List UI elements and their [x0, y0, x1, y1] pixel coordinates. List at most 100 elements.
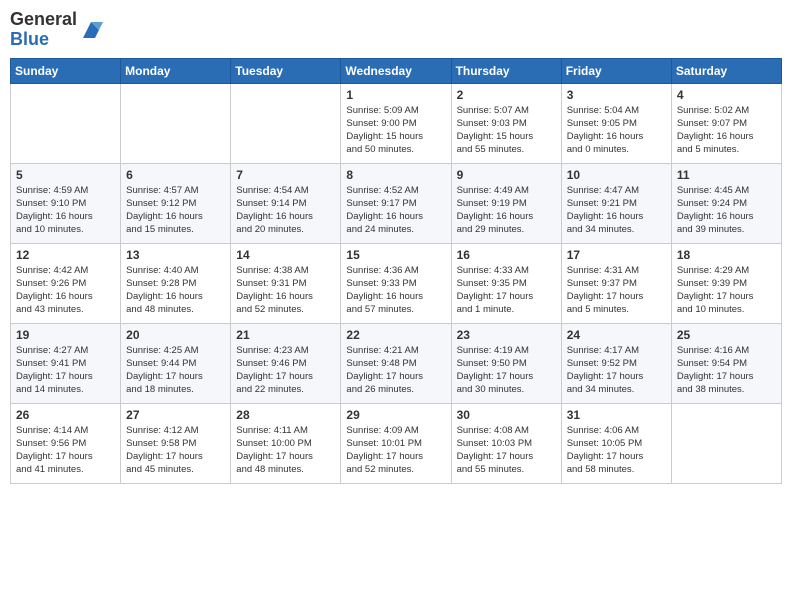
calendar-cell: 2 Sunrise: 5:07 AM Sunset: 9:03 PM Daylig…: [451, 83, 561, 163]
day-info: Sunrise: 4:49 AM Sunset: 9:19 PM Dayligh…: [457, 184, 556, 237]
day-number: 24: [567, 328, 666, 342]
day-number: 10: [567, 168, 666, 182]
week-row-4: 19 Sunrise: 4:27 AM Sunset: 9:41 PM Dayli…: [11, 323, 782, 403]
calendar-cell: 30Sunrise: 4:08 AM Sunset: 10:03 PM Dayl…: [451, 403, 561, 483]
day-info: Sunrise: 4:27 AM Sunset: 9:41 PM Dayligh…: [16, 344, 115, 397]
logo-icon: [79, 18, 103, 42]
day-number: 17: [567, 248, 666, 262]
day-info: Sunrise: 4:08 AM Sunset: 10:03 PM Daylig…: [457, 424, 556, 477]
week-row-1: 1Sunrise: 5:09 AM Sunset: 9:00 PM Daylig…: [11, 83, 782, 163]
week-row-5: 26 Sunrise: 4:14 AM Sunset: 9:56 PM Dayli…: [11, 403, 782, 483]
day-info: Sunrise: 4:11 AM Sunset: 10:00 PM Daylig…: [236, 424, 335, 477]
day-info: Sunrise: 4:42 AM Sunset: 9:26 PM Dayligh…: [16, 264, 115, 317]
day-number: 5: [16, 168, 115, 182]
calendar-cell: 12 Sunrise: 4:42 AM Sunset: 9:26 PM Dayli…: [11, 243, 121, 323]
calendar-cell: 17 Sunrise: 4:31 AM Sunset: 9:37 PM Dayli…: [561, 243, 671, 323]
day-number: 12: [16, 248, 115, 262]
day-header-friday: Friday: [561, 58, 671, 83]
logo-general: General: [10, 9, 77, 29]
calendar-cell: 24Sunrise: 4:17 AM Sunset: 9:52 PM Dayli…: [561, 323, 671, 403]
day-info: Sunrise: 4:14 AM Sunset: 9:56 PM Dayligh…: [16, 424, 115, 477]
calendar-cell: 3Sunrise: 5:04 AM Sunset: 9:05 PM Daylig…: [561, 83, 671, 163]
day-number: 6: [126, 168, 225, 182]
calendar-cell: 5 Sunrise: 4:59 AM Sunset: 9:10 PM Daylig…: [11, 163, 121, 243]
calendar-cell: [231, 83, 341, 163]
calendar-cell: 9 Sunrise: 4:49 AM Sunset: 9:19 PM Daylig…: [451, 163, 561, 243]
day-info: Sunrise: 4:59 AM Sunset: 9:10 PM Dayligh…: [16, 184, 115, 237]
day-info: Sunrise: 4:31 AM Sunset: 9:37 PM Dayligh…: [567, 264, 666, 317]
logo: General Blue: [10, 10, 103, 50]
day-info: Sunrise: 4:25 AM Sunset: 9:44 PM Dayligh…: [126, 344, 225, 397]
calendar-table: SundayMondayTuesdayWednesdayThursdayFrid…: [10, 58, 782, 484]
calendar-cell: 1Sunrise: 5:09 AM Sunset: 9:00 PM Daylig…: [341, 83, 451, 163]
day-number: 21: [236, 328, 335, 342]
day-header-monday: Monday: [121, 58, 231, 83]
day-info: Sunrise: 4:09 AM Sunset: 10:01 PM Daylig…: [346, 424, 445, 477]
calendar-cell: [121, 83, 231, 163]
day-number: 8: [346, 168, 445, 182]
day-number: 2: [457, 88, 556, 102]
calendar-cell: [11, 83, 121, 163]
page-header: General Blue: [10, 10, 782, 50]
calendar-cell: 23 Sunrise: 4:19 AM Sunset: 9:50 PM Dayli…: [451, 323, 561, 403]
day-number: 27: [126, 408, 225, 422]
calendar-cell: 11 Sunrise: 4:45 AM Sunset: 9:24 PM Dayli…: [671, 163, 781, 243]
day-info: Sunrise: 4:40 AM Sunset: 9:28 PM Dayligh…: [126, 264, 225, 317]
calendar-cell: 18Sunrise: 4:29 AM Sunset: 9:39 PM Dayli…: [671, 243, 781, 323]
day-number: 31: [567, 408, 666, 422]
week-row-2: 5 Sunrise: 4:59 AM Sunset: 9:10 PM Daylig…: [11, 163, 782, 243]
calendar-cell: 28Sunrise: 4:11 AM Sunset: 10:00 PM Dayl…: [231, 403, 341, 483]
day-number: 13: [126, 248, 225, 262]
calendar-cell: 25 Sunrise: 4:16 AM Sunset: 9:54 PM Dayli…: [671, 323, 781, 403]
day-info: Sunrise: 4:19 AM Sunset: 9:50 PM Dayligh…: [457, 344, 556, 397]
day-header-sunday: Sunday: [11, 58, 121, 83]
day-number: 22: [346, 328, 445, 342]
calendar-cell: 7 Sunrise: 4:54 AM Sunset: 9:14 PM Daylig…: [231, 163, 341, 243]
day-info: Sunrise: 4:16 AM Sunset: 9:54 PM Dayligh…: [677, 344, 776, 397]
day-number: 25: [677, 328, 776, 342]
day-info: Sunrise: 4:38 AM Sunset: 9:31 PM Dayligh…: [236, 264, 335, 317]
calendar-cell: 16Sunrise: 4:33 AM Sunset: 9:35 PM Dayli…: [451, 243, 561, 323]
calendar-cell: 10Sunrise: 4:47 AM Sunset: 9:21 PM Dayli…: [561, 163, 671, 243]
calendar-cell: 27 Sunrise: 4:12 AM Sunset: 9:58 PM Dayli…: [121, 403, 231, 483]
day-number: 15: [346, 248, 445, 262]
day-number: 7: [236, 168, 335, 182]
day-header-tuesday: Tuesday: [231, 58, 341, 83]
day-number: 14: [236, 248, 335, 262]
day-number: 29: [346, 408, 445, 422]
day-info: Sunrise: 4:21 AM Sunset: 9:48 PM Dayligh…: [346, 344, 445, 397]
day-info: Sunrise: 4:54 AM Sunset: 9:14 PM Dayligh…: [236, 184, 335, 237]
day-header-saturday: Saturday: [671, 58, 781, 83]
day-number: 11: [677, 168, 776, 182]
day-number: 23: [457, 328, 556, 342]
day-number: 9: [457, 168, 556, 182]
day-info: Sunrise: 4:52 AM Sunset: 9:17 PM Dayligh…: [346, 184, 445, 237]
day-info: Sunrise: 5:07 AM Sunset: 9:03 PM Dayligh…: [457, 104, 556, 157]
calendar-cell: 13 Sunrise: 4:40 AM Sunset: 9:28 PM Dayli…: [121, 243, 231, 323]
day-info: Sunrise: 5:02 AM Sunset: 9:07 PM Dayligh…: [677, 104, 776, 157]
calendar-cell: 26 Sunrise: 4:14 AM Sunset: 9:56 PM Dayli…: [11, 403, 121, 483]
day-number: 16: [457, 248, 556, 262]
calendar-cell: 19 Sunrise: 4:27 AM Sunset: 9:41 PM Dayli…: [11, 323, 121, 403]
day-info: Sunrise: 4:36 AM Sunset: 9:33 PM Dayligh…: [346, 264, 445, 317]
day-number: 4: [677, 88, 776, 102]
day-number: 3: [567, 88, 666, 102]
day-number: 18: [677, 248, 776, 262]
day-header-thursday: Thursday: [451, 58, 561, 83]
day-info: Sunrise: 4:45 AM Sunset: 9:24 PM Dayligh…: [677, 184, 776, 237]
day-info: Sunrise: 4:57 AM Sunset: 9:12 PM Dayligh…: [126, 184, 225, 237]
calendar-cell: 29 Sunrise: 4:09 AM Sunset: 10:01 PM Dayl…: [341, 403, 451, 483]
calendar-cell: 15 Sunrise: 4:36 AM Sunset: 9:33 PM Dayli…: [341, 243, 451, 323]
day-number: 19: [16, 328, 115, 342]
calendar-cell: 14 Sunrise: 4:38 AM Sunset: 9:31 PM Dayli…: [231, 243, 341, 323]
day-header-wednesday: Wednesday: [341, 58, 451, 83]
day-number: 26: [16, 408, 115, 422]
calendar-cell: 4 Sunrise: 5:02 AM Sunset: 9:07 PM Daylig…: [671, 83, 781, 163]
logo-blue: Blue: [10, 29, 49, 49]
calendar-cell: 20 Sunrise: 4:25 AM Sunset: 9:44 PM Dayli…: [121, 323, 231, 403]
day-info: Sunrise: 4:12 AM Sunset: 9:58 PM Dayligh…: [126, 424, 225, 477]
calendar-cell: [671, 403, 781, 483]
day-info: Sunrise: 4:06 AM Sunset: 10:05 PM Daylig…: [567, 424, 666, 477]
day-number: 20: [126, 328, 225, 342]
day-info: Sunrise: 5:09 AM Sunset: 9:00 PM Dayligh…: [346, 104, 445, 157]
